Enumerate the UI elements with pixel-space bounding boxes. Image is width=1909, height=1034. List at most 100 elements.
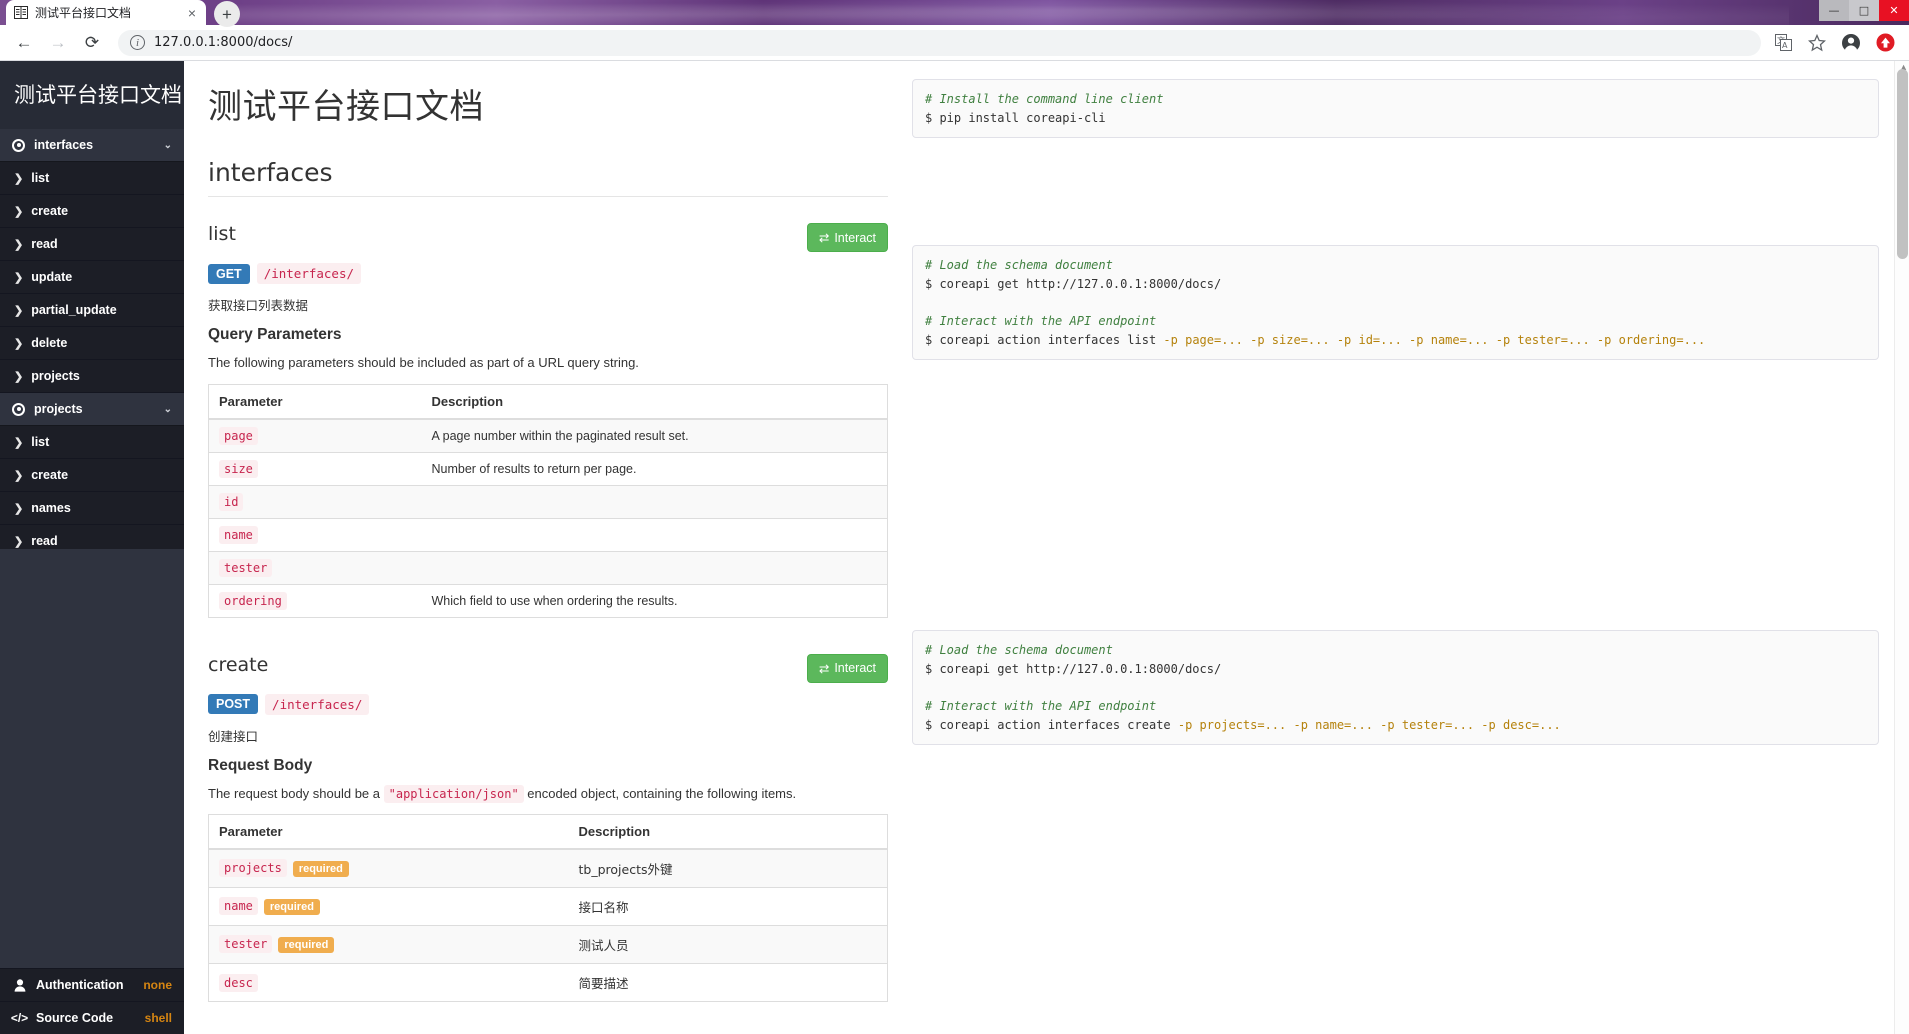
- interact-arrows-icon: ⇄: [818, 661, 830, 676]
- sidebar-item-label: names: [31, 501, 71, 515]
- api-link-list: list ⇄ Interact GET /interfaces/ 获取接口列表数…: [208, 223, 888, 618]
- profile-avatar-icon[interactable]: [1841, 33, 1861, 53]
- sidebar-group-label: interfaces: [34, 138, 94, 152]
- param-name: name: [219, 896, 258, 915]
- params-heading: Request Body: [208, 756, 313, 774]
- sidebar-filler: [0, 548, 184, 968]
- create-comment-2: # Interact with the API endpoint: [925, 698, 1157, 713]
- interact-button-label: Interact: [834, 661, 876, 675]
- reload-button[interactable]: ⟳: [78, 29, 106, 57]
- param-desc: 接口名称: [568, 887, 888, 926]
- table-row: name: [208, 517, 888, 551]
- svg-text:A: A: [1782, 41, 1788, 50]
- user-icon: [12, 978, 27, 992]
- table-row: tester required 测试人员: [208, 925, 888, 964]
- sidebar-item-partial-update[interactable]: ❯ partial_update: [0, 294, 184, 327]
- window-close-button[interactable]: ✕: [1879, 0, 1909, 21]
- sidebar-item-projects[interactable]: ❯ projects: [0, 360, 184, 393]
- back-button[interactable]: ←: [10, 29, 38, 57]
- param-desc: [421, 550, 888, 584]
- new-tab-button[interactable]: +: [214, 1, 240, 27]
- interact-button-create[interactable]: ⇄ Interact: [806, 653, 888, 683]
- chevron-right-icon: ❯: [14, 304, 24, 317]
- table-row: ordering Which field to use when orderin…: [208, 583, 888, 617]
- required-badge: required: [292, 860, 349, 877]
- endpoint-path: /interfaces/: [265, 693, 370, 715]
- intro-text-a: The request body should be a: [208, 785, 384, 801]
- sidebar-group-interfaces[interactable]: interfaces ⌄: [0, 129, 184, 162]
- tab-strip: 测试平台接口文档 × + — □ ✕: [0, 0, 1909, 27]
- param-name: projects: [219, 858, 287, 877]
- scrollbar-thumb[interactable]: [1897, 69, 1908, 259]
- address-bar[interactable]: i 127.0.0.1:8000/docs/: [118, 29, 1761, 56]
- table-row: name required 接口名称: [208, 887, 888, 926]
- link-header: create ⇄ Interact: [208, 653, 888, 683]
- browser-window: 测试平台接口文档 × + — □ ✕ ← → ⟳ i 127.0.0.1:800…: [0, 0, 1909, 1034]
- required-badge: required: [263, 898, 320, 915]
- param-desc: 简要描述: [568, 963, 888, 1002]
- param-name: page: [219, 426, 258, 445]
- param-name: tester: [219, 558, 273, 577]
- param-desc: Number of results to return per page.: [421, 451, 888, 485]
- sidebar-item-delete[interactable]: ❯ delete: [0, 327, 184, 360]
- sidebar-item-label: partial_update: [31, 303, 117, 317]
- page-title: 测试平台接口文档: [208, 87, 484, 127]
- create-command-2-prefix: $ coreapi action interfaces create: [925, 717, 1178, 732]
- param-desc: A page number within the paginated resul…: [421, 418, 888, 452]
- param-cell: projects required: [208, 848, 569, 888]
- sidebar-item-label: read: [31, 534, 58, 548]
- translate-icon[interactable]: 文 A: [1773, 33, 1793, 53]
- url-text: 127.0.0.1:8000/docs/: [154, 35, 293, 50]
- chevron-right-icon: ❯: [14, 172, 24, 185]
- interact-button-list[interactable]: ⇄ Interact: [806, 223, 888, 252]
- close-tab-icon[interactable]: ×: [186, 6, 198, 20]
- toolbar-icons: 文 A: [1773, 33, 1899, 53]
- sidebar-item-read[interactable]: ❯ read: [0, 228, 184, 261]
- method-row: POST /interfaces/: [208, 693, 888, 715]
- docs-column: 测试平台接口文档 interfaces list ⇄ Interact GET …: [208, 79, 888, 1002]
- sidebar-item-list[interactable]: ❯ list: [0, 162, 184, 195]
- http-method-badge: POST: [208, 694, 259, 714]
- extension-icon[interactable]: [1875, 33, 1895, 53]
- sidebar-item-update[interactable]: ❯ update: [0, 261, 184, 294]
- site-info-icon[interactable]: i: [130, 35, 145, 50]
- bookmark-star-icon[interactable]: [1807, 33, 1827, 53]
- page-scrollbar[interactable]: ▲: [1894, 61, 1909, 1034]
- window-controls: — □ ✕: [1819, 0, 1909, 25]
- interact-arrows-icon: ⇄: [818, 231, 830, 245]
- sidebar-authentication-row[interactable]: Authentication none: [0, 968, 184, 1001]
- param-desc: 测试人员: [568, 925, 888, 964]
- create-command-2-params: -p projects=... -p name=... -p tester=..…: [1177, 717, 1561, 732]
- method-row: GET /interfaces/: [208, 263, 888, 284]
- page-body: 测试平台接口文档 interfaces ⌄ ❯ list ❯ create ❯: [0, 61, 1909, 1034]
- page-favicon-icon: [14, 6, 28, 19]
- chevron-right-icon: ❯: [14, 469, 24, 482]
- sidebar-item-label: list: [31, 171, 50, 185]
- param-desc: Which field to use when ordering the res…: [421, 583, 888, 617]
- http-method-badge: GET: [208, 263, 250, 284]
- sidebar-brand: 测试平台接口文档: [0, 61, 184, 129]
- sidebar-group-projects[interactable]: projects ⌄: [0, 393, 184, 426]
- sidebar-item-projects-read[interactable]: ❯ read: [0, 525, 184, 549]
- window-minimize-button[interactable]: —: [1819, 0, 1849, 21]
- sidebar-source-code-row[interactable]: </> Source Code shell: [0, 1001, 184, 1034]
- sidebar-item-create[interactable]: ❯ create: [0, 195, 184, 228]
- chevron-right-icon: ❯: [14, 436, 24, 449]
- window-maximize-button[interactable]: □: [1849, 0, 1879, 21]
- sidebar-item-projects-names[interactable]: ❯ names: [0, 492, 184, 525]
- list-code-block: # Load the schema document $ coreapi get…: [912, 245, 1879, 361]
- query-parameters-table: Parameter Description page A page number…: [208, 383, 888, 618]
- chevron-down-icon: ⌄: [163, 139, 172, 151]
- forward-button[interactable]: →: [44, 29, 72, 57]
- sidebar-group-label: projects: [34, 402, 83, 416]
- sidebar-item-label: projects: [31, 369, 80, 383]
- browser-tab[interactable]: 测试平台接口文档 ×: [6, 0, 206, 25]
- sidebar-item-projects-create[interactable]: ❯ create: [0, 459, 184, 492]
- content-type-code: "application/json": [383, 784, 524, 803]
- chevron-right-icon: ❯: [14, 337, 24, 350]
- sidebar-item-projects-list[interactable]: ❯ list: [0, 426, 184, 459]
- list-command-2-prefix: $ coreapi action interfaces list: [925, 332, 1164, 347]
- param-cell: page: [208, 418, 422, 452]
- table-row: id: [208, 484, 888, 518]
- param-name: tester: [219, 934, 273, 953]
